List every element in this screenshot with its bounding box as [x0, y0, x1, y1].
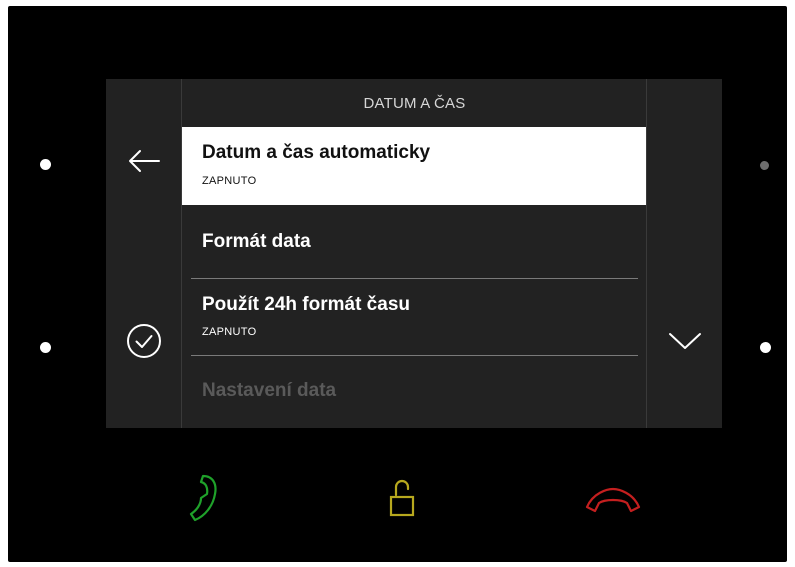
side-button-top-left[interactable] — [40, 159, 51, 170]
item-label: Datum a čas automaticky — [202, 142, 431, 163]
side-button-bottom-right[interactable] — [760, 342, 771, 353]
settings-list: Datum a čas automaticky ZAPNUTO Formát d… — [182, 127, 647, 428]
back-button[interactable] — [124, 141, 164, 181]
right-column — [646, 79, 722, 428]
list-item-24h-format[interactable]: Použít 24h formát času ZAPNUTO — [182, 279, 647, 355]
list-item-date-format[interactable]: Formát data — [182, 205, 647, 280]
hangup-button[interactable] — [582, 480, 644, 520]
item-label: Použít 24h formát času — [202, 294, 410, 315]
display-screen: DATUM A ČAS Datum a čas automaticky ZAPN… — [106, 79, 722, 428]
answer-call-button[interactable] — [178, 470, 228, 526]
list-item-auto-datetime[interactable]: Datum a čas automaticky ZAPNUTO — [182, 127, 647, 205]
item-label: Formát data — [202, 231, 311, 252]
left-column — [106, 79, 182, 428]
item-value: ZAPNUTO — [202, 326, 257, 338]
item-value: ZAPNUTO — [202, 175, 257, 187]
side-button-top-right[interactable] — [760, 161, 769, 170]
side-button-bottom-left[interactable] — [40, 342, 51, 353]
list-item-date-setting[interactable]: Nastavení data — [182, 356, 647, 428]
unlock-icon — [389, 479, 415, 517]
chevron-down-icon — [669, 333, 701, 349]
arrow-left-icon — [129, 150, 160, 172]
confirm-button[interactable] — [122, 319, 166, 363]
unlock-button[interactable] — [382, 472, 422, 522]
phone-hangup-icon — [585, 487, 641, 513]
page-title: DATUM A ČAS — [363, 94, 466, 112]
check-circle-icon — [127, 324, 161, 358]
phone-answer-icon — [189, 474, 217, 522]
item-label: Nastavení data — [202, 380, 337, 401]
intercom-device: DATUM A ČAS Datum a čas automaticky ZAPN… — [8, 6, 787, 562]
scroll-down-button[interactable] — [663, 321, 707, 361]
